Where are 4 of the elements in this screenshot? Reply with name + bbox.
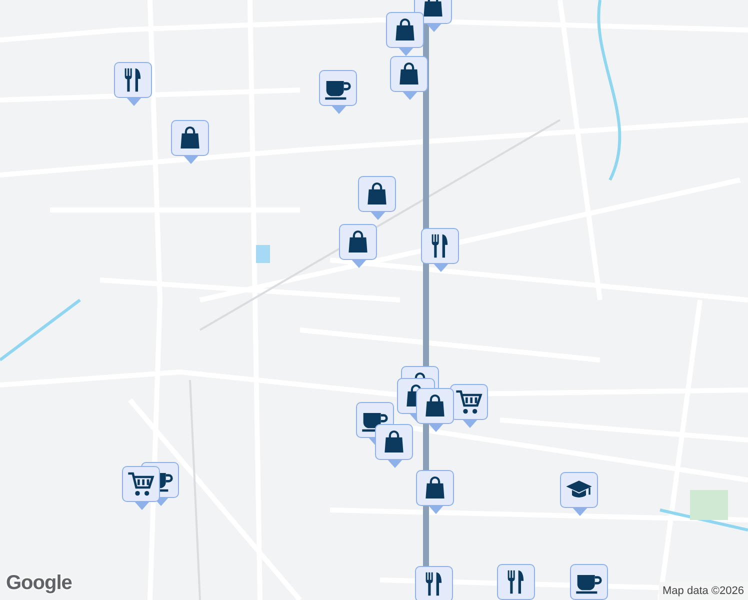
shopping-cart-icon xyxy=(455,388,483,416)
shopping-cart-icon xyxy=(127,470,155,498)
map-attribution[interactable]: Map data ©2026 xyxy=(658,582,748,600)
google-logo[interactable]: Google xyxy=(6,568,72,598)
